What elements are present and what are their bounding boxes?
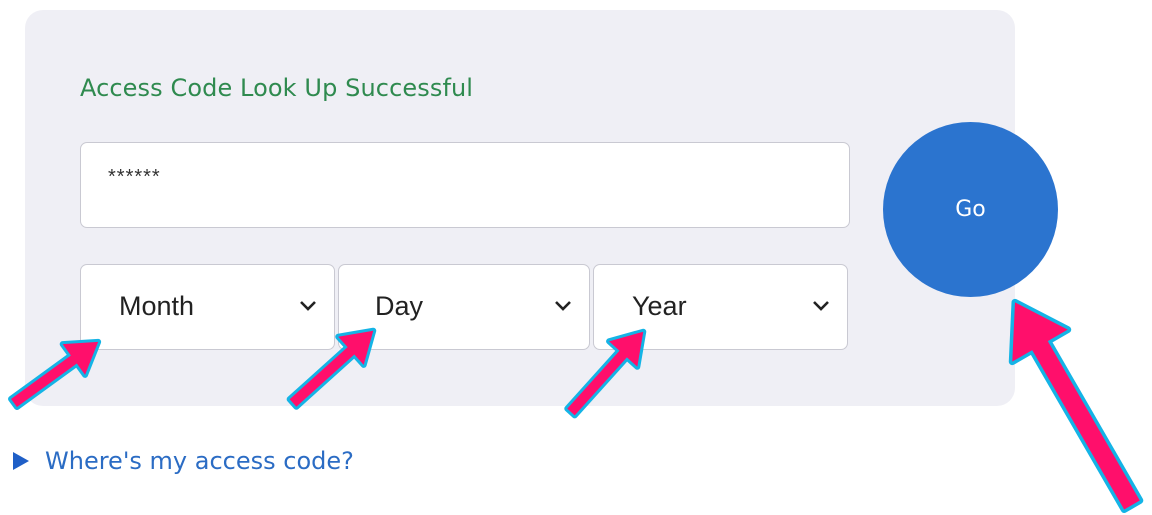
day-select-label: Day	[375, 291, 424, 321]
status-message: Access Code Look Up Successful	[80, 74, 474, 102]
month-select[interactable]: Month	[80, 264, 335, 350]
help-link-label: Where's my access code?	[45, 447, 354, 475]
access-code-screen: Access Code Look Up Successful ****** Mo…	[0, 0, 1152, 515]
go-button[interactable]: Go	[883, 122, 1058, 297]
month-select-label: Month	[119, 291, 195, 321]
disclosure-triangle-icon	[13, 452, 29, 470]
chevron-down-icon	[555, 301, 571, 311]
year-select-label: Year	[632, 291, 687, 321]
help-link[interactable]: Where's my access code?	[12, 447, 354, 475]
chevron-down-icon	[300, 301, 316, 311]
go-button-label: Go	[955, 197, 986, 222]
year-select[interactable]: Year	[593, 264, 848, 350]
chevron-down-icon	[813, 301, 829, 311]
access-code-input[interactable]	[80, 142, 850, 228]
day-select[interactable]: Day	[338, 264, 590, 350]
